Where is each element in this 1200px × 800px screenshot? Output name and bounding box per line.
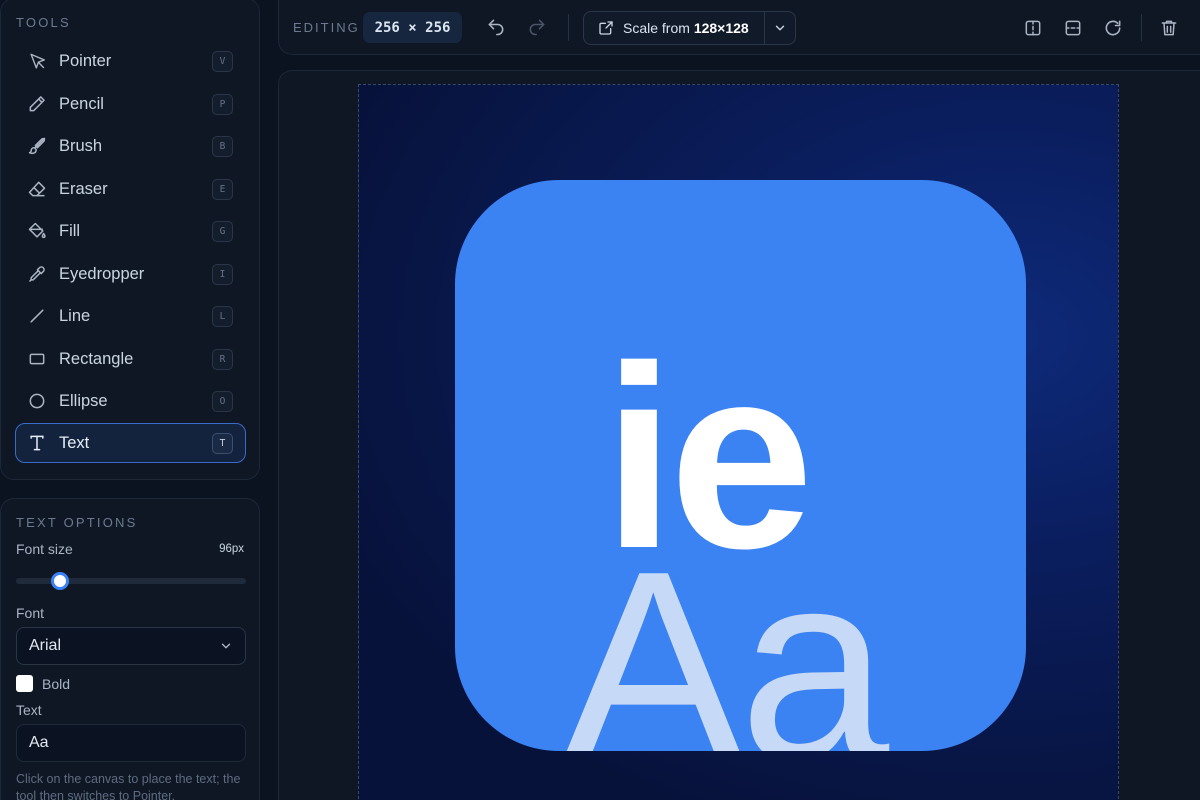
font-size-slider-thumb[interactable] xyxy=(50,572,69,590)
tool-pencil[interactable]: Pencil P xyxy=(15,84,246,124)
tool-label: Pointer xyxy=(59,51,112,70)
tool-label: Ellipse xyxy=(59,391,108,410)
tool-label: Rectangle xyxy=(59,349,134,368)
tool-label: Eraser xyxy=(59,179,108,198)
font-select-value: Arial xyxy=(29,637,62,654)
tool-fill[interactable]: Fill G xyxy=(15,211,246,251)
tool-eraser[interactable]: Eraser E xyxy=(15,169,246,209)
scale-label: Scale from 128×128 xyxy=(623,20,749,36)
tool-label: Brush xyxy=(59,136,103,155)
bold-checkbox[interactable] xyxy=(16,675,33,692)
pointer-icon xyxy=(26,50,48,72)
font-select[interactable]: Arial xyxy=(16,627,246,665)
text-input-value: Aa xyxy=(29,734,49,751)
trash-icon[interactable] xyxy=(1159,18,1179,38)
tool-rectangle[interactable]: Rectangle R xyxy=(15,339,246,379)
fill-bucket-icon xyxy=(26,220,48,242)
tool-label: Fill xyxy=(59,221,81,240)
app-tile-shape: ie Aa xyxy=(455,180,1026,751)
tool-text[interactable]: Text T xyxy=(15,423,246,463)
canvas-size-badge: 256 × 256 xyxy=(363,12,462,43)
tools-panel: TOOLS Pointer V Pencil P Brush B Eraser … xyxy=(0,0,260,480)
shortcut-key: R xyxy=(212,348,233,370)
pencil-icon xyxy=(26,93,48,115)
tools-title: TOOLS xyxy=(16,15,71,30)
flip-horizontal-icon[interactable] xyxy=(1023,18,1043,38)
scale-icon xyxy=(598,20,614,36)
text-icon xyxy=(26,432,48,454)
rectangle-icon xyxy=(26,348,48,370)
rotate-icon[interactable] xyxy=(1103,18,1123,38)
undo-icon[interactable] xyxy=(486,17,506,37)
redo-icon[interactable] xyxy=(527,17,547,37)
shortcut-key: G xyxy=(212,220,233,242)
toolbar-divider xyxy=(1141,14,1142,41)
shortcut-key: T xyxy=(212,432,233,454)
scale-button[interactable]: Scale from 128×128 xyxy=(583,11,796,45)
toolbar-divider xyxy=(568,14,569,41)
flip-vertical-icon[interactable] xyxy=(1063,18,1083,38)
tool-label: Line xyxy=(59,306,91,325)
tool-pointer[interactable]: Pointer V xyxy=(15,41,246,81)
text-input[interactable]: Aa xyxy=(16,724,246,762)
font-label: Font xyxy=(16,605,45,621)
font-size-label: Font size xyxy=(16,541,73,557)
chevron-down-icon xyxy=(219,639,233,653)
scale-divider xyxy=(764,12,765,44)
shortcut-key: P xyxy=(212,93,233,115)
chevron-down-icon[interactable] xyxy=(773,21,787,35)
drawing-canvas[interactable]: ie Aa xyxy=(358,84,1119,800)
hint-text: Click on the canvas to place the text; t… xyxy=(16,772,241,800)
eraser-icon xyxy=(26,178,48,200)
text-options-panel: TEXT OPTIONS Font size 96px Font Arial B… xyxy=(0,498,260,800)
tool-brush[interactable]: Brush B xyxy=(15,126,246,166)
tool-label: Text xyxy=(59,433,90,452)
line-icon xyxy=(26,305,48,327)
brush-icon xyxy=(26,135,48,157)
tool-label: Pencil xyxy=(59,94,104,113)
eyedropper-icon xyxy=(26,263,48,285)
shortcut-key: I xyxy=(212,263,233,285)
top-toolbar: EDITING 256 × 256 Scale from 128×128 xyxy=(278,0,1200,55)
ellipse-icon xyxy=(26,390,48,412)
shortcut-key: V xyxy=(212,50,233,72)
shortcut-key: L xyxy=(212,305,233,327)
shortcut-key: O xyxy=(212,390,233,412)
font-size-value: 96px xyxy=(219,543,244,555)
bold-label: Bold xyxy=(42,676,71,692)
text-label: Text xyxy=(16,702,42,718)
tool-eyedropper[interactable]: Eyedropper I xyxy=(15,254,246,294)
shortcut-key: B xyxy=(212,135,233,157)
text-options-title: TEXT OPTIONS xyxy=(16,515,138,530)
editing-label: EDITING xyxy=(293,20,360,35)
shortcut-key: E xyxy=(212,178,233,200)
tool-label: Eyedropper xyxy=(59,264,145,283)
tool-ellipse[interactable]: Ellipse O xyxy=(15,381,246,421)
canvas-text-aa: Aa xyxy=(563,516,889,752)
tool-line[interactable]: Line L xyxy=(15,296,246,336)
